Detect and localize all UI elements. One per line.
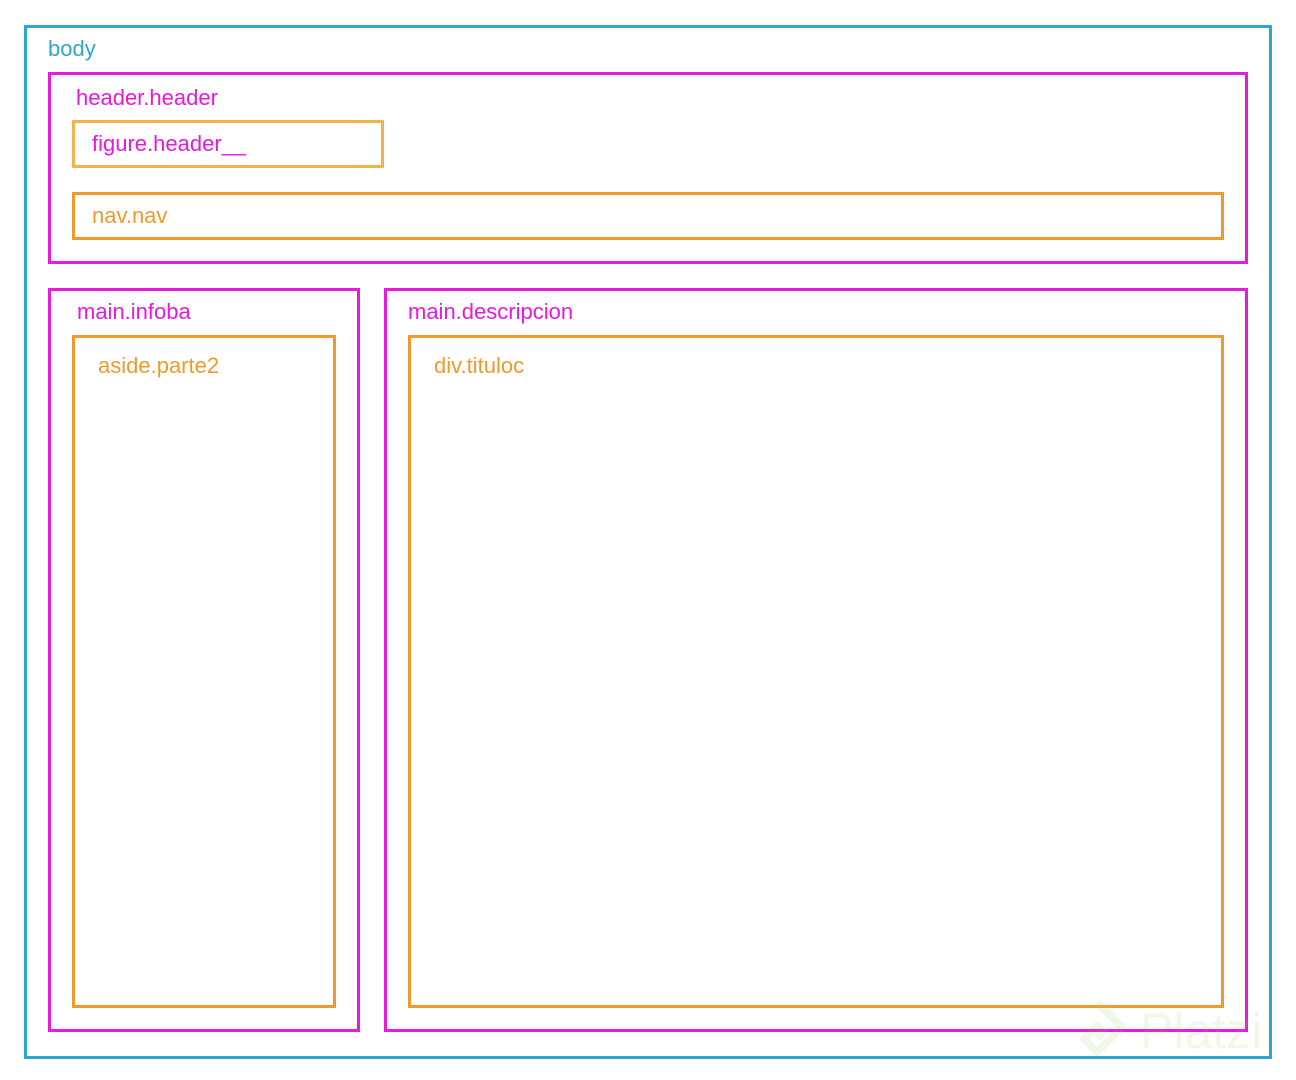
platzi-watermark: Platzi — [1062, 996, 1296, 1066]
aside-box — [72, 335, 336, 1008]
header-label: header.header — [76, 85, 218, 110]
watermark-text: Platzi — [1140, 1003, 1263, 1059]
main-descripcion-label: main.descripcion — [408, 299, 574, 324]
nav-label: nav.nav — [92, 203, 168, 228]
nav-box — [72, 192, 1224, 240]
body-label: body — [48, 36, 96, 61]
platzi-logo-icon — [1080, 999, 1126, 1056]
aside-label: aside.parte2 — [98, 353, 220, 378]
main-infoba-label: main.infoba — [77, 299, 191, 324]
layout-diagram: body header.header figure.header__ nav.n… — [0, 0, 1296, 1080]
figure-label: figure.header__ — [92, 131, 247, 156]
tituloc-label: div.tituloc — [434, 353, 525, 378]
tituloc-box — [408, 335, 1224, 1008]
